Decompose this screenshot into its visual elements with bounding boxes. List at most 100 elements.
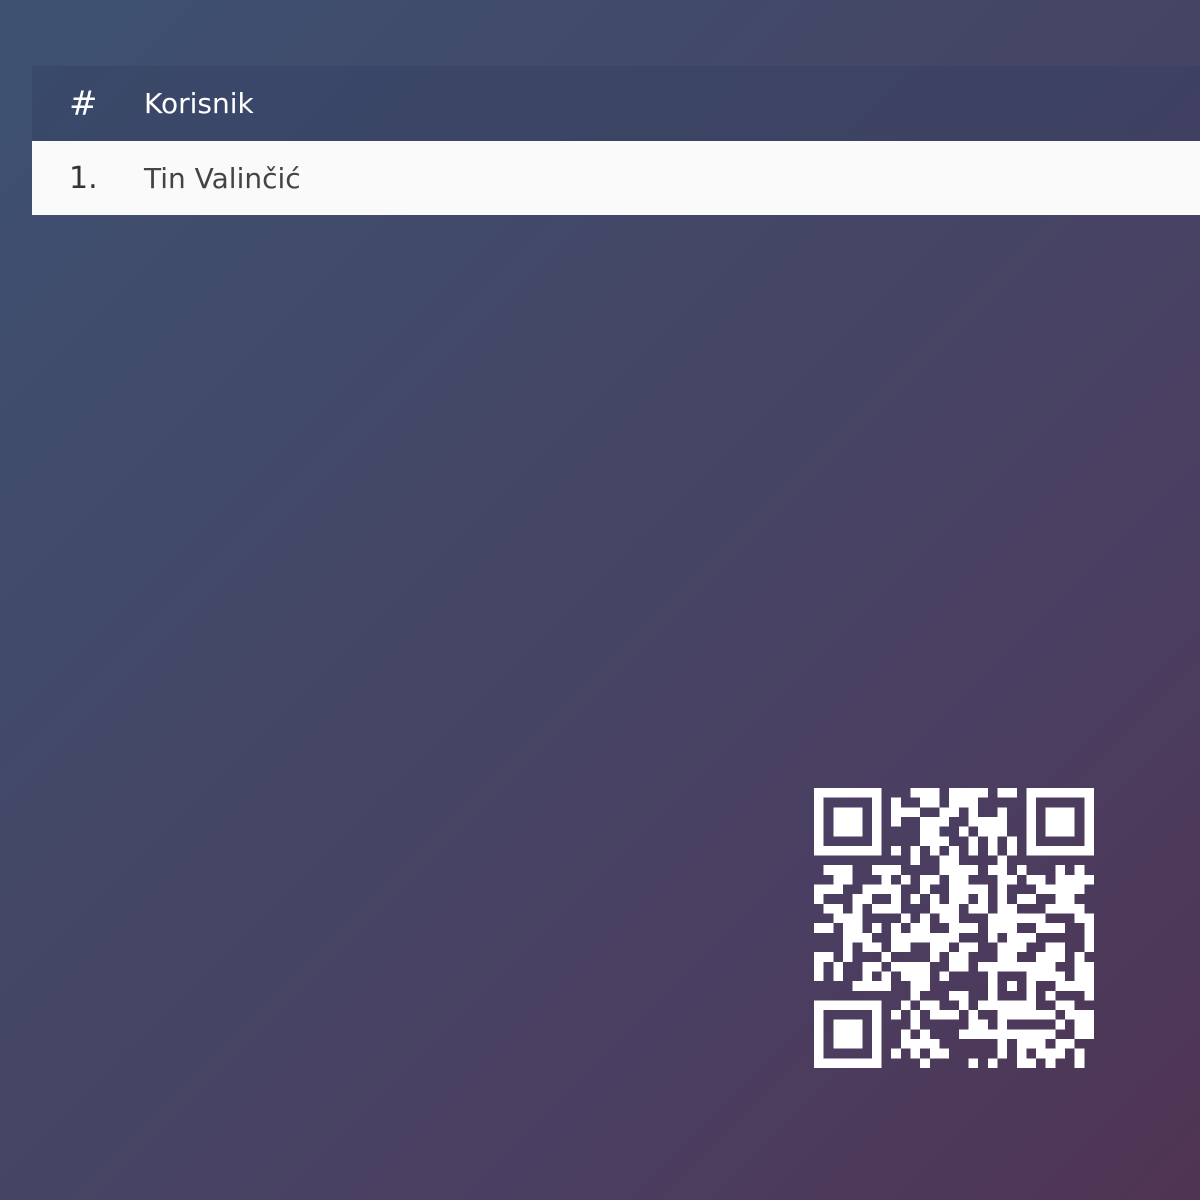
- qr-module: [814, 1000, 824, 1011]
- qr-module: [1074, 1010, 1085, 1020]
- qr-module: [1045, 923, 1056, 933]
- qr-module: [891, 816, 901, 827]
- qr-module: [968, 942, 979, 953]
- qr-module: [881, 971, 892, 982]
- qr-module: [987, 1058, 998, 1068]
- qr-module: [939, 1048, 950, 1059]
- qr-module: [968, 884, 979, 895]
- qr-module: [1045, 990, 1056, 1001]
- qr-module: [958, 894, 969, 904]
- qr-module: [968, 836, 979, 846]
- qr-module: [900, 942, 911, 953]
- qr-module: [1084, 1010, 1094, 1020]
- table-row[interactable]: 1. Tin Valinčić: [32, 141, 1200, 215]
- qr-module: [1016, 1039, 1027, 1049]
- qr-module: [900, 913, 911, 924]
- qr-module: [842, 865, 853, 875]
- qr-module: [852, 1039, 863, 1049]
- qr-module: [823, 923, 834, 933]
- qr-module: [852, 1000, 863, 1011]
- qr-module: [968, 923, 979, 933]
- qr-module: [987, 1000, 998, 1011]
- qr-module: [978, 788, 988, 798]
- qr-module: [871, 788, 882, 798]
- qr-module: [978, 884, 988, 895]
- qr-module: [1074, 961, 1085, 972]
- qr-module: [833, 807, 843, 817]
- qr-module: [920, 826, 930, 837]
- qr-module: [910, 971, 921, 982]
- qr-module: [978, 816, 988, 827]
- qr-module: [1026, 990, 1037, 1001]
- qr-module: [814, 816, 824, 827]
- qr-module: [1065, 1000, 1075, 1011]
- qr-module: [823, 903, 834, 914]
- qr-module: [814, 952, 824, 962]
- qr-module: [997, 788, 1008, 798]
- qr-module: [1074, 1029, 1085, 1040]
- qr-module: [852, 1058, 863, 1068]
- qr-module: [891, 865, 901, 875]
- qr-module: [814, 1010, 824, 1020]
- qr-module: [842, 826, 853, 837]
- qr-module: [997, 807, 1008, 817]
- qr-module: [968, 1058, 979, 1068]
- qr-module: [920, 836, 930, 846]
- qr-module: [997, 894, 1008, 904]
- qr-module: [871, 826, 882, 837]
- qr-module: [871, 903, 882, 914]
- qr-module: [891, 845, 901, 856]
- qr-module: [814, 961, 824, 972]
- qr-module: [987, 932, 998, 943]
- qr-module: [1007, 961, 1017, 972]
- qr-module: [1065, 981, 1075, 991]
- qr-module: [1016, 942, 1027, 953]
- qr-module: [1074, 874, 1085, 885]
- qr-module: [1055, 1000, 1066, 1011]
- qr-module: [997, 903, 1008, 914]
- qr-module: [842, 1039, 853, 1049]
- qr-module: [1045, 788, 1056, 798]
- qr-module: [1007, 1010, 1017, 1020]
- qr-module: [862, 971, 872, 982]
- qr-module: [871, 1039, 882, 1049]
- qr-code-icon: [814, 788, 1094, 1068]
- qr-module: [910, 807, 921, 817]
- qr-module: [862, 884, 872, 895]
- qr-module: [1016, 932, 1027, 943]
- qr-module: [929, 952, 940, 962]
- qr-module: [1026, 788, 1037, 798]
- qr-module: [852, 826, 863, 837]
- qr-module: [929, 845, 940, 856]
- qr-module: [1026, 845, 1037, 856]
- qr-module: [891, 1010, 901, 1020]
- qr-module: [1026, 1039, 1037, 1049]
- qr-module: [920, 981, 930, 991]
- qr-module: [987, 971, 998, 982]
- qr-module: [871, 1058, 882, 1068]
- qr-module: [958, 952, 969, 962]
- qr-module: [814, 923, 824, 933]
- qr-module: [862, 932, 872, 943]
- qr-module: [920, 923, 930, 933]
- qr-module: [1026, 826, 1037, 837]
- qr-module: [814, 788, 824, 798]
- qr-module: [929, 797, 940, 808]
- qr-module: [949, 923, 959, 933]
- qr-module: [1045, 1048, 1056, 1059]
- qr-module: [814, 894, 824, 904]
- qr-module: [910, 1048, 921, 1059]
- qr-module: [949, 845, 959, 856]
- qr-module: [871, 1010, 882, 1020]
- qr-module: [958, 961, 969, 972]
- qr-module: [978, 1029, 988, 1040]
- qr-module: [852, 923, 863, 933]
- qr-module: [1036, 788, 1046, 798]
- qr-module: [1065, 826, 1075, 837]
- qr-module: [997, 855, 1008, 866]
- qr-module: [1026, 1000, 1037, 1011]
- qr-module: [833, 1000, 843, 1011]
- qr-module: [833, 903, 843, 914]
- qr-module: [814, 1019, 824, 1030]
- qr-module: [910, 961, 921, 972]
